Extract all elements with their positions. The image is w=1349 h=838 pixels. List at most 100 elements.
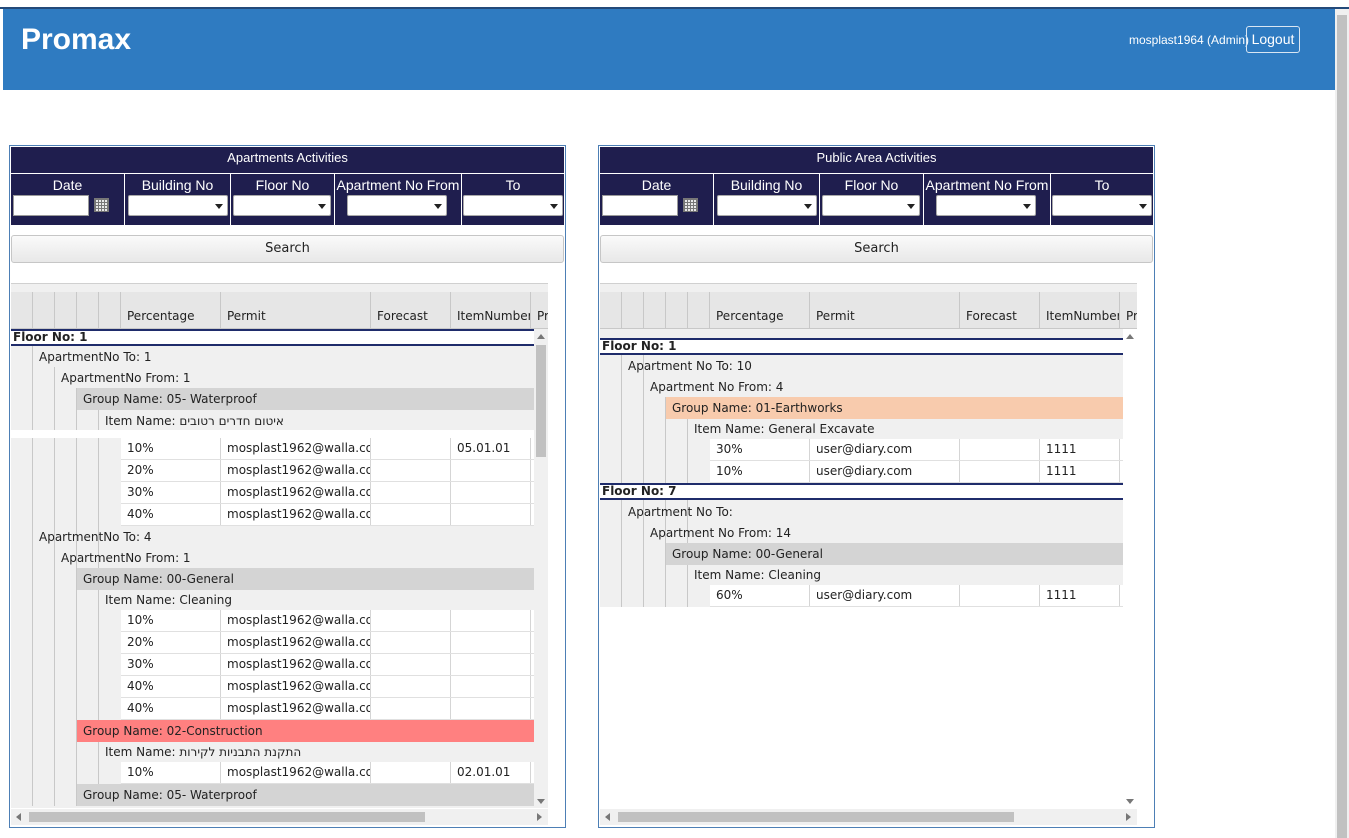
group-indent-col[interactable] (55, 292, 77, 328)
scroll-up-icon[interactable] (1126, 334, 1134, 339)
apt-to-group-row[interactable]: Apartment No To: (628, 501, 733, 523)
itemnumber-header[interactable]: ItemNumber (1040, 292, 1120, 328)
permit-header[interactable]: Permit (221, 292, 371, 328)
building-label: Building No (730, 177, 803, 193)
grid-vertical-scrollbar[interactable] (534, 329, 548, 808)
group-indent-col[interactable] (688, 292, 710, 328)
to-select[interactable] (1052, 195, 1152, 216)
percentage-header[interactable]: Percentage (121, 292, 221, 328)
apt-from-select[interactable] (347, 195, 447, 216)
indent-line (32, 346, 33, 806)
apt-to-group-row[interactable]: Apartment No To: 10 (628, 355, 752, 377)
scroll-thumb[interactable] (29, 812, 425, 822)
permit-header[interactable]: Permit (810, 292, 960, 328)
date-input[interactable] (602, 195, 678, 216)
permit-cell: user@diary.com (810, 439, 960, 460)
scroll-left-icon[interactable] (16, 813, 21, 821)
building-select[interactable] (717, 195, 817, 216)
to-select[interactable] (463, 195, 563, 216)
grid-horizontal-scrollbar[interactable] (11, 809, 548, 825)
floor-select[interactable] (233, 195, 331, 216)
grid-horizontal-scrollbar[interactable] (600, 809, 1137, 825)
item-name-row[interactable]: Item Name: General Excavate (694, 418, 874, 440)
group-name-row[interactable]: Group Name: 01-Earthworks (666, 397, 1137, 419)
search-button[interactable]: Search (11, 235, 564, 263)
date-input[interactable] (13, 195, 89, 216)
forecast-cell (371, 438, 451, 459)
indent-line (621, 355, 622, 607)
item-name-row[interactable]: Item Name: Cleaning (105, 589, 232, 611)
grid-header: Percentage Permit Forecast ItemNumber Pr (600, 292, 1137, 329)
item-name-row[interactable]: Item Name: התקנת התבניות לקירות (105, 741, 301, 763)
permit-cell: mosplast1962@walla.co.il (221, 438, 371, 459)
group-name-row[interactable]: Group Name: 05- Waterproof (77, 784, 548, 806)
search-button[interactable]: Search (600, 235, 1153, 263)
building-select[interactable] (128, 195, 228, 216)
apt-from-group-row[interactable]: Apartment No From: 4 (650, 376, 783, 398)
group-name-row[interactable]: Group Name: 00-General (77, 568, 548, 590)
group-name-row[interactable]: Group Name: 02-Construction (77, 720, 548, 742)
floor-group-row[interactable]: Floor No: 1 (600, 338, 1137, 355)
apt-from-group-row[interactable]: Apartment No From: 14 (650, 522, 791, 544)
calendar-icon[interactable] (94, 198, 109, 212)
percentage-header[interactable]: Percentage (710, 292, 810, 328)
floor-label: Floor No (844, 177, 899, 193)
calendar-icon[interactable] (683, 198, 698, 212)
forecast-cell (371, 482, 451, 503)
chevron-down-icon (434, 204, 442, 209)
group-indent-col[interactable] (33, 292, 55, 328)
percentage-cell: 40% (121, 676, 221, 697)
group-indent-col[interactable] (644, 292, 666, 328)
building-filter: Building No (714, 174, 820, 225)
group-indent-col[interactable] (600, 292, 622, 328)
apt-to-group-row[interactable]: ApartmentNo To: 1 (39, 346, 151, 368)
indent-line (76, 388, 77, 806)
group-indent-col[interactable] (77, 292, 99, 328)
group-indent-col[interactable] (11, 292, 33, 328)
scroll-right-icon[interactable] (537, 813, 542, 821)
itemnumber-header[interactable]: ItemNumber (451, 292, 531, 328)
scroll-thumb[interactable] (536, 345, 546, 457)
floor-group-row[interactable]: Floor No: 7 (600, 483, 1137, 500)
date-label: Date (641, 177, 672, 193)
group-name-row[interactable]: Group Name: 00-General (666, 543, 1137, 565)
apt-to-group-row[interactable]: ApartmentNo To: 4 (39, 526, 151, 548)
activities-grid: Percentage Permit Forecast ItemNumber Pr… (600, 283, 1137, 808)
scroll-down-icon[interactable] (537, 799, 545, 804)
pr-header[interactable]: Pr (531, 292, 548, 328)
floor-select[interactable] (822, 195, 920, 216)
scroll-right-icon[interactable] (1126, 813, 1131, 821)
forecast-header[interactable]: Forecast (371, 292, 451, 328)
grid-header: Percentage Permit Forecast ItemNumber Pr (11, 292, 548, 329)
forecast-cell (371, 610, 451, 631)
percentage-cell: 40% (121, 504, 221, 525)
to-filter: To (462, 174, 564, 225)
scroll-down-icon[interactable] (1126, 799, 1134, 804)
floor-label: Floor No (255, 177, 310, 193)
page-scrollbar[interactable] (1335, 9, 1349, 838)
group-indent-col[interactable] (666, 292, 688, 328)
forecast-cell (371, 632, 451, 653)
forecast-header[interactable]: Forecast (960, 292, 1040, 328)
item-name-row[interactable]: Item Name: Cleaning (694, 564, 821, 586)
group-indent-col[interactable] (99, 292, 121, 328)
floor-group-row[interactable]: Floor No: 1 (11, 329, 548, 346)
logout-button[interactable]: Logout (1246, 26, 1300, 53)
apt-from-group-row[interactable]: ApartmentNo From: 1 (61, 367, 191, 389)
scroll-thumb[interactable] (618, 812, 1014, 822)
apartments-activities-panel: Apartments Activities Date Building No F… (9, 145, 566, 828)
page-scroll-thumb[interactable] (1337, 15, 1347, 838)
pr-header[interactable]: Pr (1120, 292, 1137, 328)
apt-from-select[interactable] (936, 195, 1036, 216)
scroll-up-icon[interactable] (537, 334, 545, 339)
apt-from-group-row[interactable]: ApartmentNo From: 1 (61, 547, 191, 569)
itemnumber-cell (451, 504, 531, 525)
itemnumber-cell (451, 460, 531, 481)
group-indent-col[interactable] (622, 292, 644, 328)
group-name-row[interactable]: Group Name: 05- Waterproof (77, 388, 548, 410)
date-filter: Date (600, 174, 714, 225)
forecast-cell (960, 461, 1040, 482)
grid-vertical-scrollbar[interactable] (1123, 329, 1137, 808)
item-name-row[interactable]: Item Name: איטום חדרים רטובים (105, 410, 284, 432)
scroll-left-icon[interactable] (605, 813, 610, 821)
